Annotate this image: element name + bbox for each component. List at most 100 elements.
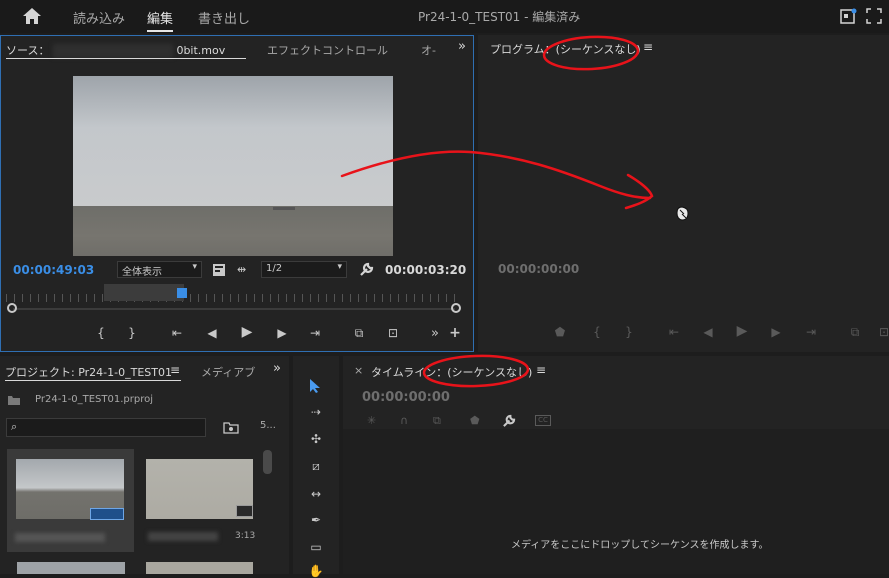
zoom-scrollbar[interactable] xyxy=(13,308,455,310)
top-bar: 読み込み 編集 書き出し Pr24-1-0_TEST01 - 編集済み xyxy=(0,0,889,33)
project-title: Pr24-1-0_TEST01 - 編集済み xyxy=(418,10,581,24)
marker-icon[interactable]: ⬟ xyxy=(552,325,568,339)
source-clip-suffix: 0bit.mov xyxy=(176,44,226,57)
panel-expand-button[interactable]: » xyxy=(458,39,466,54)
clip-thumbnail-image-3[interactable] xyxy=(17,562,125,574)
ripple-edit-tool-icon[interactable]: ✣ xyxy=(305,432,327,446)
project-scrollbar-thumb[interactable] xyxy=(263,450,272,474)
project-file-name[interactable]: Pr24-1-0_TEST01.prproj xyxy=(35,394,153,405)
go-to-in-icon[interactable]: ⇤ xyxy=(666,325,682,339)
home-icon[interactable] xyxy=(22,7,42,25)
source-panel: ソース： 0bit.mov エフェクトコントロール オ- » 00:00:49:… xyxy=(0,35,474,352)
step-back-icon[interactable]: ◀ xyxy=(204,326,220,340)
nest-sequences-icon[interactable]: ✳ xyxy=(367,414,376,427)
track-select-tool-icon[interactable]: ⇢ xyxy=(305,405,327,419)
timeline-timecode[interactable]: 00:00:00:00 xyxy=(362,390,450,405)
zoom-handle-left[interactable] xyxy=(7,303,17,313)
project-search-input[interactable]: ⌕ xyxy=(6,418,206,437)
fit-dropdown-value: 全体表示 xyxy=(122,267,162,278)
drag-cursor-icon xyxy=(676,206,689,221)
tab-import[interactable]: 読み込み xyxy=(73,8,125,27)
go-to-out-icon[interactable]: ⇥ xyxy=(803,325,819,339)
source-duration-timecode: 00:00:03:20 xyxy=(385,263,467,277)
snap-icon[interactable]: ∩ xyxy=(400,414,408,427)
more-controls-button[interactable]: » xyxy=(427,326,443,341)
program-panel-title[interactable]: プログラム：(シーケンスなし) xyxy=(490,41,641,57)
program-timecode[interactable]: 00:00:00:00 xyxy=(498,262,579,276)
source-tab-underline xyxy=(6,58,246,59)
add-marker-icon[interactable]: ⬟ xyxy=(470,414,480,427)
panel-expand-button[interactable]: » xyxy=(273,361,281,376)
insert-icon[interactable]: ⧉ xyxy=(351,326,367,341)
av-badge-icon xyxy=(236,505,253,517)
go-to-in-icon[interactable]: ⇤ xyxy=(169,326,185,340)
tab-edit[interactable]: 編集 xyxy=(147,8,173,27)
timeline-track-area[interactable] xyxy=(343,429,889,574)
pen-tool-icon[interactable]: ✒ xyxy=(305,513,327,527)
search-icon: ⌕ xyxy=(11,420,18,433)
clip-name-blurred xyxy=(15,533,105,542)
source-current-timecode[interactable]: 00:00:49:03 xyxy=(13,263,94,277)
timeline-panel: × タイムライン：(シーケンスなし) ≡ 00:00:00:00 ✳ ∩ ⧉ ⬟… xyxy=(343,356,889,574)
hand-tool-icon[interactable]: ✋ xyxy=(305,564,327,578)
project-menu-button[interactable]: ≡ xyxy=(170,363,180,377)
source-tab-prefix: ソース： xyxy=(6,44,50,57)
step-back-icon[interactable]: ◀ xyxy=(700,325,716,339)
selection-tool-icon[interactable] xyxy=(308,378,322,394)
resolution-dropdown-value: 1/2 xyxy=(266,263,283,274)
clip-thumbnail-image-4[interactable] xyxy=(146,562,253,574)
linked-selection-icon[interactable]: ⧉ xyxy=(433,414,441,428)
sky xyxy=(73,76,393,206)
resolution-dropdown[interactable]: 1/2 ▾ xyxy=(261,261,347,278)
project-file-icon xyxy=(8,396,20,405)
timeline-close-button[interactable]: × xyxy=(354,364,363,377)
timeline-menu-button[interactable]: ≡ xyxy=(536,363,546,377)
drag-video-icon[interactable]: ⇹ xyxy=(237,263,246,276)
timeline-panel-title[interactable]: タイムライン：(シーケンスなし) xyxy=(371,364,532,380)
mark-in-icon[interactable]: { xyxy=(93,326,109,340)
fullscreen-icon[interactable] xyxy=(866,8,882,24)
program-panel-menu-button[interactable]: ≡ xyxy=(643,40,653,54)
fit-dropdown[interactable]: 全体表示 ▾ xyxy=(117,261,202,278)
razor-tool-icon[interactable]: ⧄ xyxy=(305,459,327,474)
project-tab-underline xyxy=(5,380,181,381)
media-browser-tab[interactable]: メディアブ xyxy=(201,364,255,380)
time-ruler[interactable] xyxy=(6,294,461,302)
in-out-range[interactable] xyxy=(104,284,184,301)
rectangle-tool-icon[interactable]: ▭ xyxy=(305,540,327,554)
timeline-settings-wrench-icon[interactable] xyxy=(502,414,516,428)
empty-timeline-message: メディアをここにドロップしてシーケンスを作成します。 xyxy=(511,540,769,551)
mark-in-icon[interactable]: { xyxy=(589,325,605,339)
chevron-down-icon: ▾ xyxy=(192,262,197,272)
clip-name-blurred-2 xyxy=(148,532,218,541)
zoom-handle-right[interactable] xyxy=(451,303,461,313)
project-tab[interactable]: プロジェクト: Pr24-1-0_TEST01 xyxy=(5,364,172,380)
go-to-out-icon[interactable]: ⇥ xyxy=(307,326,323,340)
clip-thumbnail-selected[interactable] xyxy=(7,449,134,552)
play-button[interactable]: ▶ xyxy=(239,324,255,340)
lift-icon[interactable]: ⧉ xyxy=(847,325,863,340)
extract-icon[interactable]: ⊡ xyxy=(876,325,889,339)
captions-icon[interactable]: CC xyxy=(535,415,551,426)
program-panel: プログラム：(シーケンスなし) ≡ 00:00:00:00 ⬟ { } ⇤ ◀ … xyxy=(478,35,889,352)
overwrite-icon[interactable]: ⊡ xyxy=(385,326,401,340)
effect-controls-tab[interactable]: エフェクトコントロール xyxy=(267,42,388,58)
step-forward-icon[interactable]: ▶ xyxy=(274,326,290,340)
overflow-tab[interactable]: オ- xyxy=(421,42,436,58)
mark-out-icon[interactable]: } xyxy=(621,325,637,339)
wrench-icon[interactable] xyxy=(359,262,374,277)
quick-export-icon[interactable] xyxy=(840,8,858,24)
source-video-frame xyxy=(73,76,393,256)
mark-out-icon[interactable]: } xyxy=(124,326,140,340)
add-button[interactable]: + xyxy=(447,325,463,341)
chevron-down-icon: ▾ xyxy=(337,262,342,272)
source-tab[interactable]: ソース： 0bit.mov xyxy=(6,42,225,58)
new-search-bin-icon[interactable] xyxy=(223,421,239,434)
play-icon[interactable]: ▶ xyxy=(734,323,750,339)
playhead[interactable] xyxy=(177,288,187,298)
slip-tool-icon[interactable]: ↔ xyxy=(305,487,327,501)
settings-panel-icon[interactable] xyxy=(212,263,226,277)
step-forward-icon[interactable]: ▶ xyxy=(768,325,784,339)
tab-export[interactable]: 書き出し xyxy=(198,8,250,27)
tab-edit-underline xyxy=(147,30,173,32)
